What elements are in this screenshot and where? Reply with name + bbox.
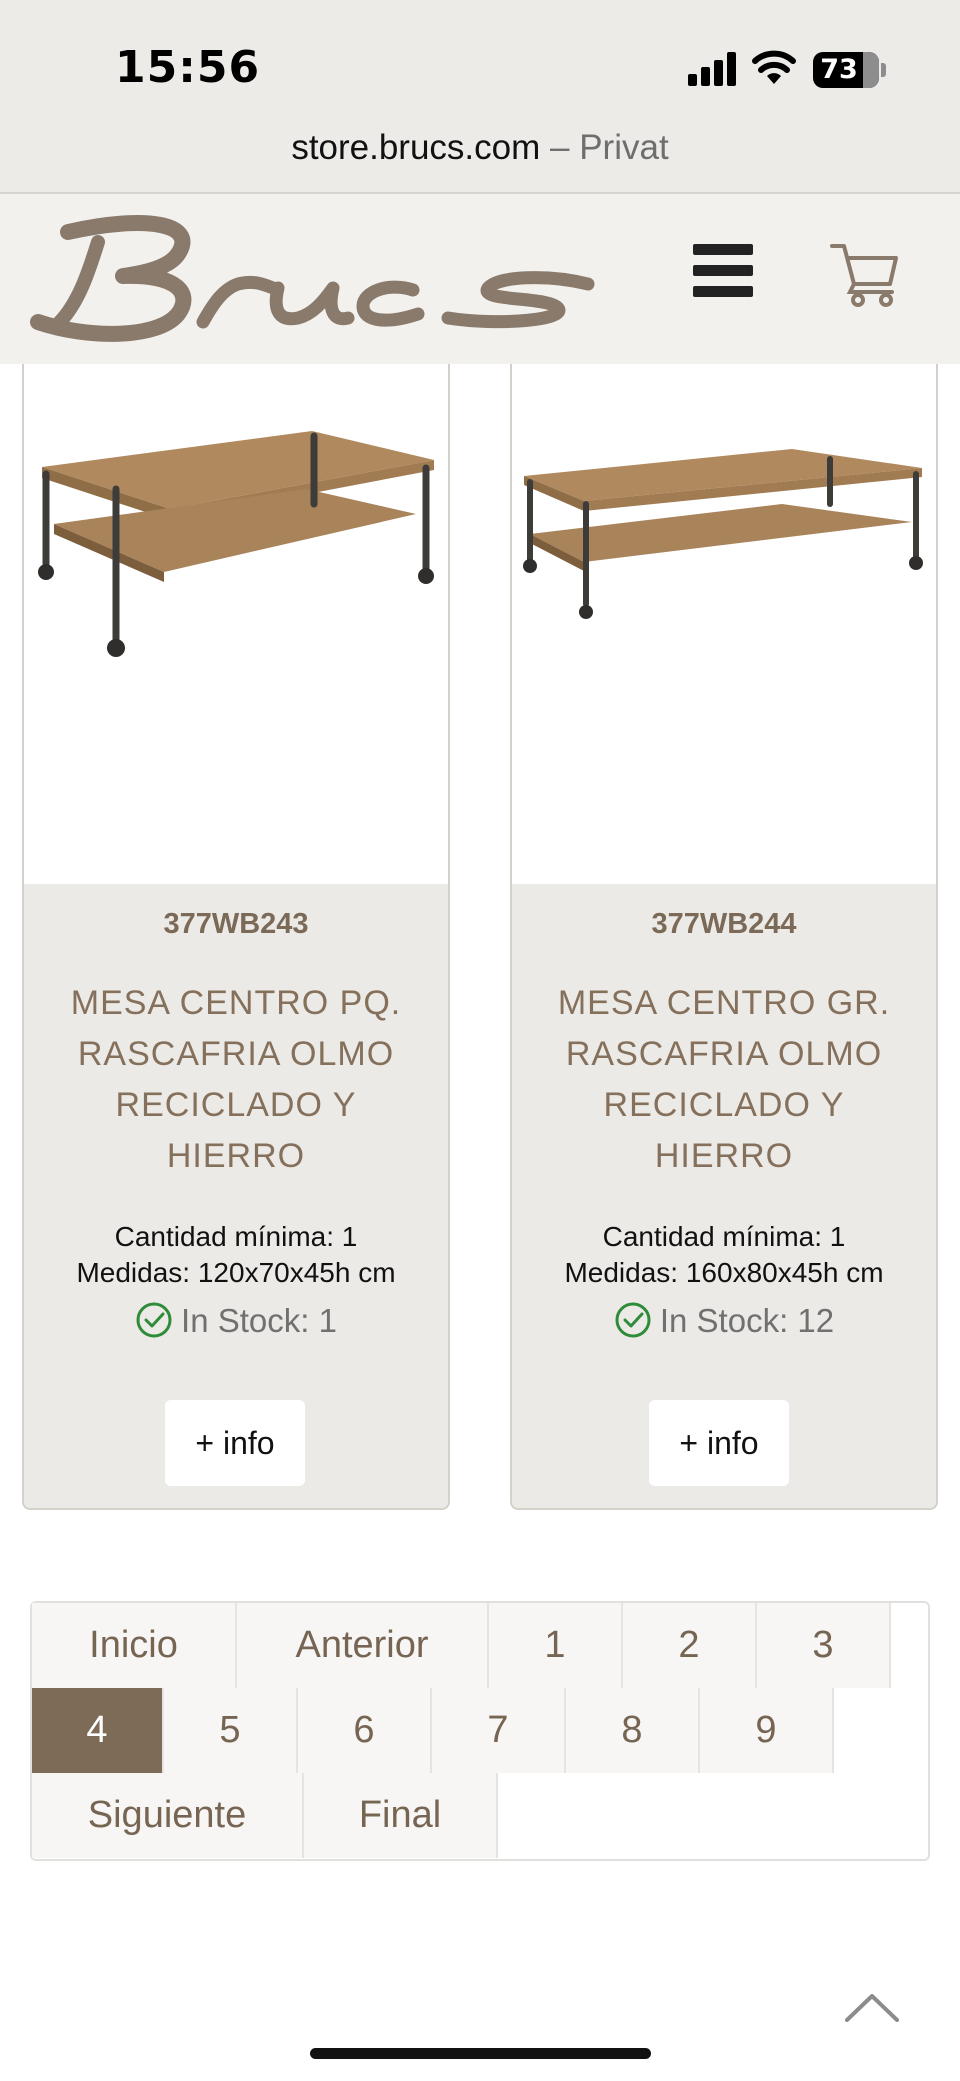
stock-text: In Stock: 12 bbox=[659, 1302, 835, 1339]
page-4-current[interactable]: 4 bbox=[32, 1688, 164, 1773]
page-9[interactable]: 9 bbox=[700, 1688, 834, 1773]
status-bar: 15:56 73 store.brucs.com – Privat bbox=[0, 0, 960, 194]
menu-button[interactable] bbox=[693, 244, 753, 298]
url-separator: – bbox=[540, 128, 580, 167]
stock-text: In Stock: 1 bbox=[181, 1302, 337, 1339]
cellular-signal-icon bbox=[688, 52, 738, 86]
info-button[interactable]: + info bbox=[649, 1400, 789, 1486]
private-mode-label: Privat bbox=[579, 128, 669, 167]
page-3[interactable]: 3 bbox=[757, 1603, 891, 1688]
page-next[interactable]: Siguiente bbox=[32, 1773, 304, 1858]
page-last[interactable]: Final bbox=[304, 1773, 498, 1858]
stock-status: In Stock: 12 bbox=[512, 1301, 936, 1340]
min-quantity: Cantidad mínima: 1 bbox=[114, 1221, 358, 1252]
page-6[interactable]: 6 bbox=[298, 1688, 432, 1773]
battery-icon: 73 bbox=[813, 52, 879, 88]
cart-icon[interactable] bbox=[830, 238, 900, 308]
site-header bbox=[0, 194, 960, 364]
page-5[interactable]: 5 bbox=[164, 1688, 298, 1773]
page-first[interactable]: Inicio bbox=[32, 1603, 237, 1688]
wifi-icon bbox=[752, 50, 796, 84]
stock-status: In Stock: 1 bbox=[24, 1301, 448, 1340]
product-card: 377WB244 MESA CENTRO GR. RASCAFRIA OLMO … bbox=[510, 364, 938, 1510]
url-bar[interactable]: store.brucs.com – Privat bbox=[0, 128, 960, 168]
home-indicator[interactable] bbox=[310, 2048, 651, 2059]
battery-level: 73 bbox=[820, 54, 858, 85]
info-button[interactable]: + info bbox=[165, 1400, 305, 1486]
page-8[interactable]: 8 bbox=[566, 1688, 700, 1773]
product-ref: 377WB243 bbox=[163, 908, 309, 940]
product-name[interactable]: MESA CENTRO PQ. RASCAFRIA OLMO RECICLADO… bbox=[44, 978, 428, 1182]
check-circle-icon bbox=[615, 1302, 651, 1338]
page-2[interactable]: 2 bbox=[623, 1603, 757, 1688]
product-ref: 377WB244 bbox=[651, 908, 797, 940]
battery-cap bbox=[881, 63, 886, 77]
product-image[interactable] bbox=[24, 364, 448, 884]
min-quantity: Cantidad mínima: 1 bbox=[602, 1221, 846, 1252]
clock: 15:56 bbox=[115, 42, 261, 93]
product-card: 377WB243 MESA CENTRO PQ. RASCAFRIA OLMO … bbox=[22, 364, 450, 1510]
product-image[interactable] bbox=[512, 364, 936, 884]
dimensions: Medidas: 160x80x45h cm bbox=[564, 1257, 884, 1288]
page-1[interactable]: 1 bbox=[489, 1603, 623, 1688]
brucs-logo[interactable] bbox=[28, 214, 608, 344]
page-prev[interactable]: Anterior bbox=[237, 1603, 489, 1688]
scroll-top-icon[interactable] bbox=[843, 1990, 901, 2024]
url-domain: store.brucs.com bbox=[291, 128, 541, 167]
dimensions: Medidas: 120x70x45h cm bbox=[76, 1257, 396, 1288]
check-circle-icon bbox=[136, 1302, 172, 1338]
page-7[interactable]: 7 bbox=[432, 1688, 566, 1773]
product-name[interactable]: MESA CENTRO GR. RASCAFRIA OLMO RECICLADO… bbox=[532, 978, 916, 1182]
pagination: Inicio Anterior 1 2 3 4 5 6 7 8 9 Siguie… bbox=[30, 1601, 930, 1861]
